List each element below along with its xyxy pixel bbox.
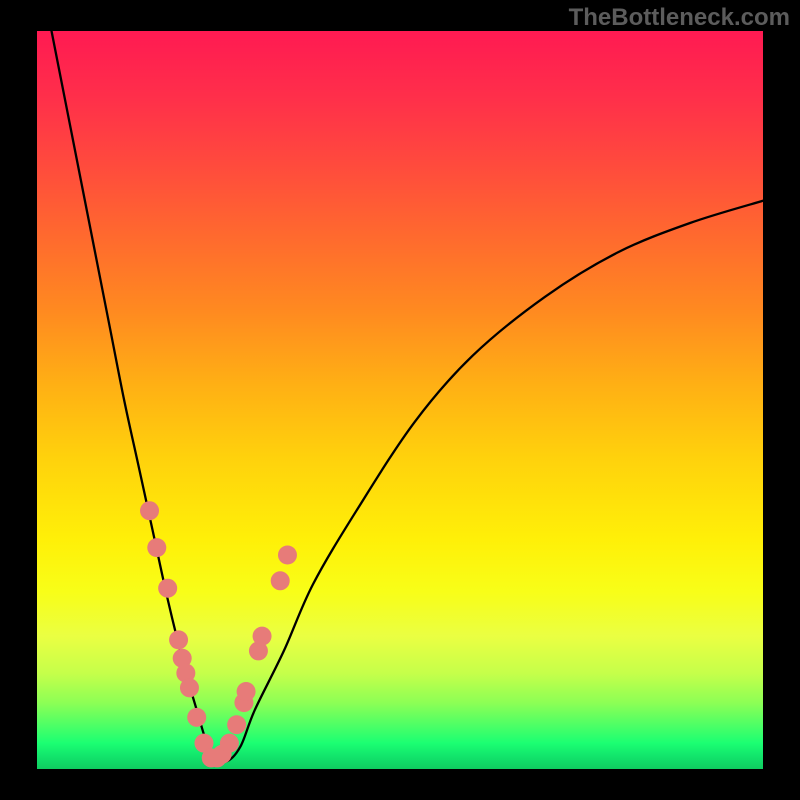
bottleneck-curve — [52, 31, 763, 762]
bead-point — [271, 571, 290, 590]
bead-group — [140, 501, 297, 767]
watermark-text: TheBottleneck.com — [569, 4, 790, 32]
bead-point — [227, 715, 246, 734]
bead-point — [180, 678, 199, 697]
bead-point — [187, 708, 206, 727]
bead-point — [158, 579, 177, 598]
bead-point — [140, 501, 159, 520]
chart-svg — [37, 31, 763, 769]
bead-point — [169, 630, 188, 649]
chart-frame: TheBottleneck.com — [0, 0, 800, 800]
plot-area — [37, 31, 763, 769]
bead-point — [253, 627, 272, 646]
bead-point — [278, 545, 297, 564]
bead-point — [147, 538, 166, 557]
bead-point — [220, 734, 239, 753]
bead-point — [237, 682, 256, 701]
